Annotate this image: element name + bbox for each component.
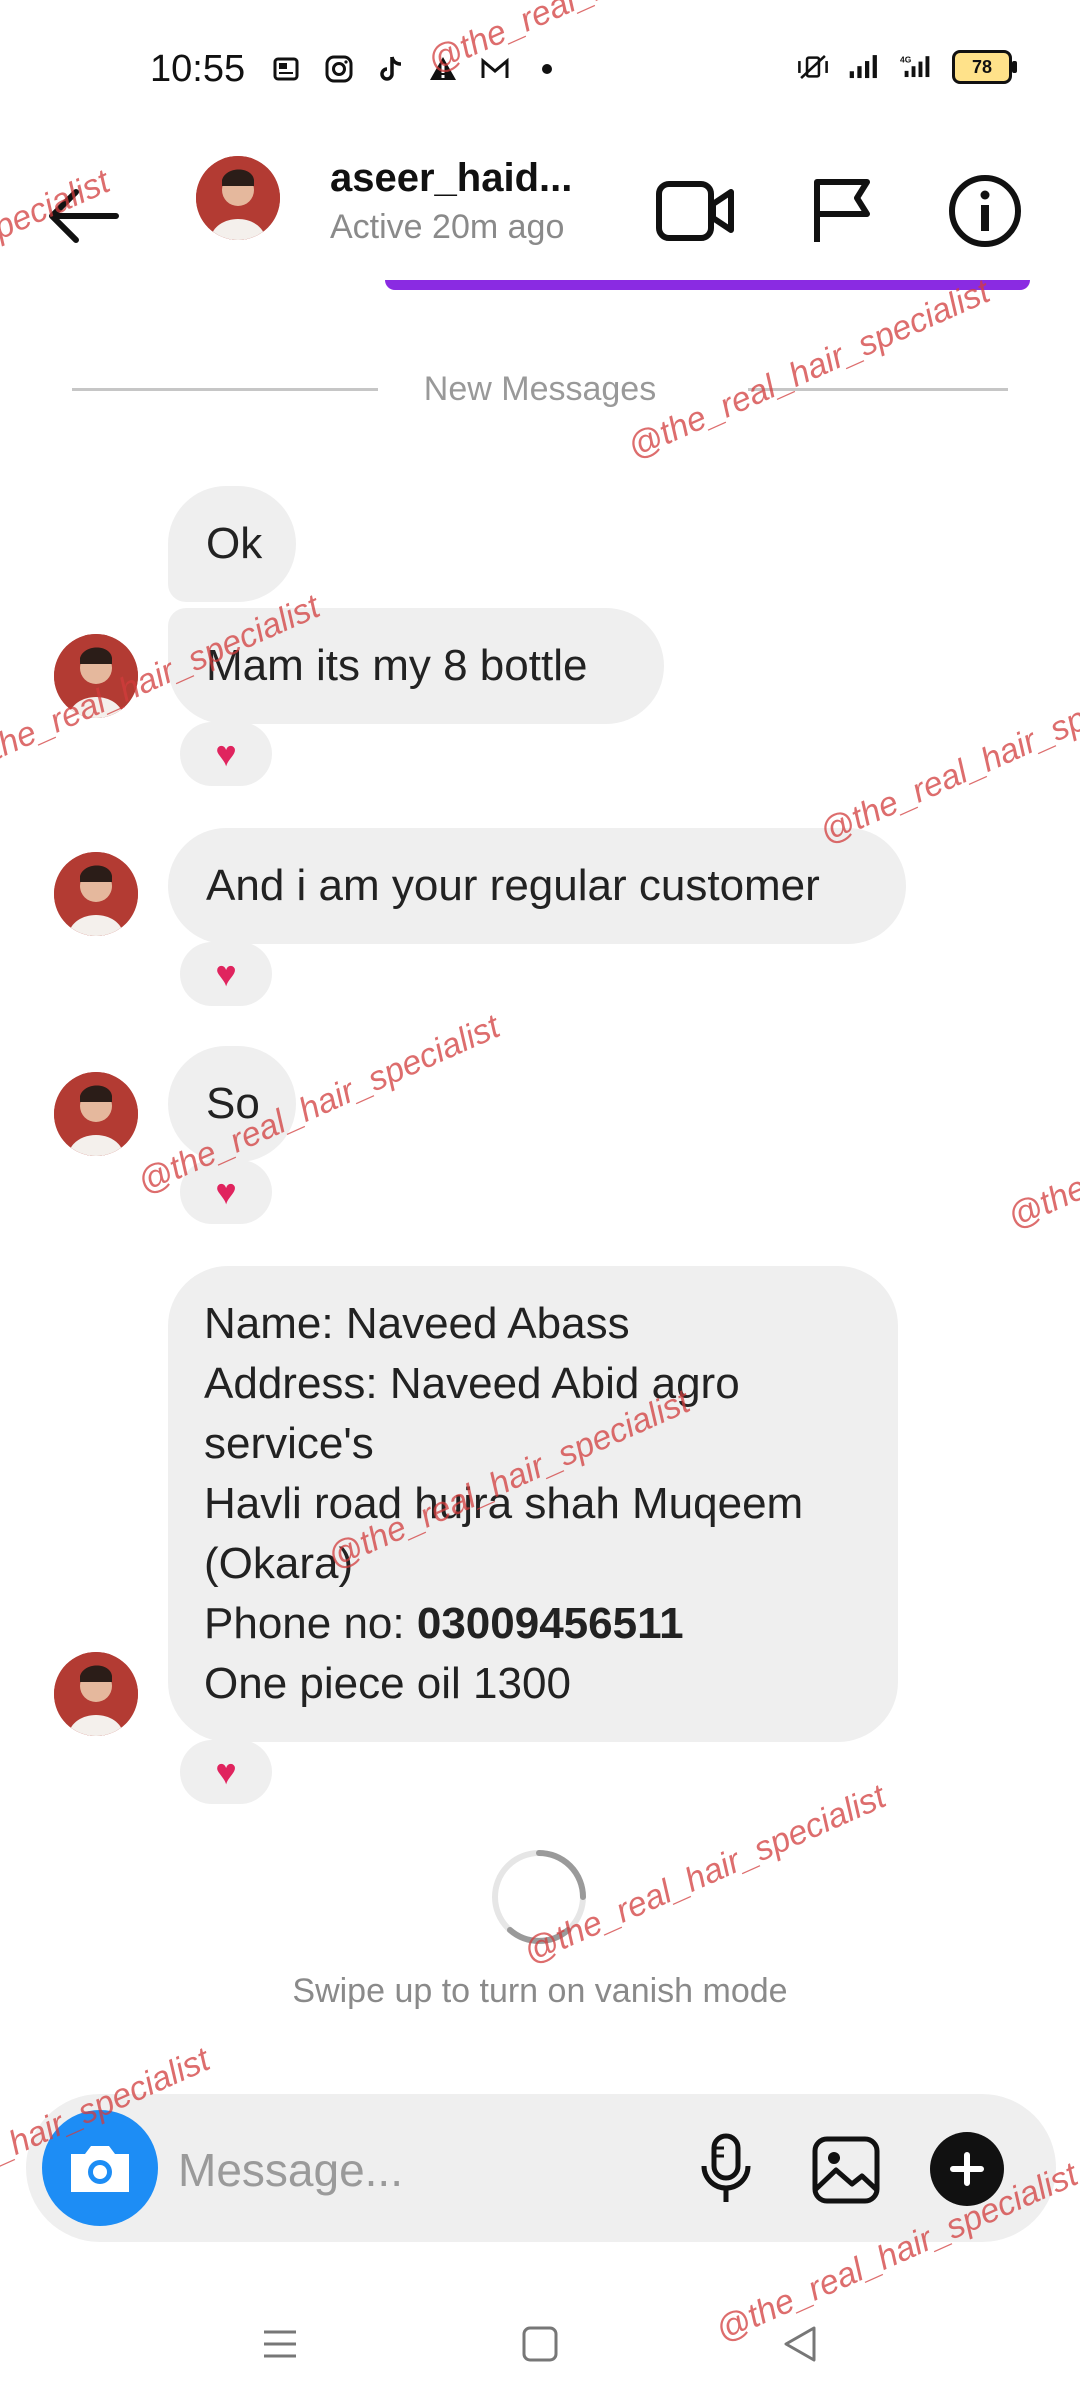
sender-avatar[interactable] [54,1652,138,1736]
heart-icon: ♥ [215,1751,237,1792]
divider-line-right [748,388,1008,391]
recents-button[interactable] [250,2314,310,2374]
phone-label: Phone no: [204,1599,417,1648]
voice-message-button[interactable] [686,2130,766,2210]
system-icons: 4G 78 [796,50,1017,84]
home-button[interactable] [510,2314,570,2374]
contact-active-status: Active 20m ago [330,208,565,246]
message-line: One piece oil 1300 [204,1659,571,1708]
home-square-icon [522,2326,558,2362]
contact-username[interactable]: aseer_haid... [330,156,572,201]
message-line: Address: Naveed Abid agro [204,1359,740,1408]
news-icon [270,52,304,86]
message-text: Mam its my 8 bottle [206,641,588,690]
message-line: service's [204,1419,374,1468]
heart-icon: ♥ [215,733,237,774]
gallery-button[interactable] [806,2130,886,2210]
camera-icon [71,2146,129,2192]
heart-reaction[interactable]: ♥ [180,942,272,1006]
sender-avatar[interactable] [54,634,138,718]
message-bubble[interactable]: And i am your regular customer [168,828,906,944]
video-camera-icon [656,181,734,241]
menu-icon [264,2330,296,2358]
contact-avatar[interactable] [196,156,280,240]
message-line: (Okara) [204,1539,354,1588]
system-nav-bar [0,2290,1080,2400]
message-bubble[interactable]: So [168,1046,296,1162]
new-messages-divider: New Messages [72,368,1008,408]
phone-number-link[interactable]: 03009456511 [417,1599,684,1648]
message-line: Name: Naveed Abass [204,1299,630,1348]
message-bubble[interactable]: Ok [168,486,296,602]
heart-reaction[interactable]: ♥ [180,1740,272,1804]
arrow-left-icon [49,189,119,243]
signal-4g-icon: 4G [900,50,934,84]
dot-icon [530,52,564,86]
message-text: Ok [206,519,263,568]
message-line: Havli road hujra shah Muqeem [204,1479,804,1528]
message-text: And i am your regular customer [206,861,820,910]
triangle-back-icon [784,2326,816,2362]
sender-avatar[interactable] [54,852,138,936]
message-text: So [206,1079,260,1128]
heart-reaction[interactable]: ♥ [180,722,272,786]
flag-icon [814,179,870,242]
message-bubble[interactable]: Name: Naveed Abass Address: Naveed Abid … [168,1266,898,1742]
message-bubble[interactable]: Mam its my 8 bottle [168,608,664,724]
message-phone-line: Phone no: 03009456511 [204,1594,862,1654]
instagram-icon [322,52,356,86]
heart-reaction[interactable]: ♥ [180,1160,272,1224]
notification-icons [270,52,564,86]
loading-spinner-icon [490,1848,588,1946]
svg-text:4G: 4G [900,54,912,64]
watermark: @the_real_hair_specialist [814,657,1080,852]
battery-icon: 78 [952,50,1017,84]
tiktok-icon [374,52,408,86]
watermark: @the_real_hair_specialist [1002,1042,1080,1237]
plus-icon [950,2152,984,2186]
chat-header: aseer_haid... Active 20m ago [0,140,1080,280]
warning-icon [426,52,460,86]
story-progress-bar [385,280,1030,290]
back-nav-button[interactable] [770,2314,830,2374]
microphone-icon [701,2133,751,2202]
camera-button[interactable] [42,2110,158,2226]
image-icon [812,2136,880,2204]
vanish-mode-hint: Swipe up to turn on vanish mode [292,1972,788,2010]
more-options-button[interactable] [930,2132,1004,2206]
sender-avatar[interactable] [54,1072,138,1156]
status-time: 10:55 [150,48,246,90]
heart-icon: ♥ [215,1171,237,1212]
mute-vibrate-icon [796,50,830,84]
report-button[interactable] [795,166,885,256]
info-icon [949,175,1021,247]
mail-icon [478,52,512,86]
message-composer [26,2094,1056,2242]
back-button[interactable] [44,176,124,256]
message-input[interactable] [176,2134,660,2206]
status-bar: 10:55 4G 78 [0,0,1080,140]
heart-icon: ♥ [215,953,237,994]
video-call-button[interactable] [650,166,740,256]
conversation-info-button[interactable] [940,166,1030,256]
signal-icon [848,50,882,84]
